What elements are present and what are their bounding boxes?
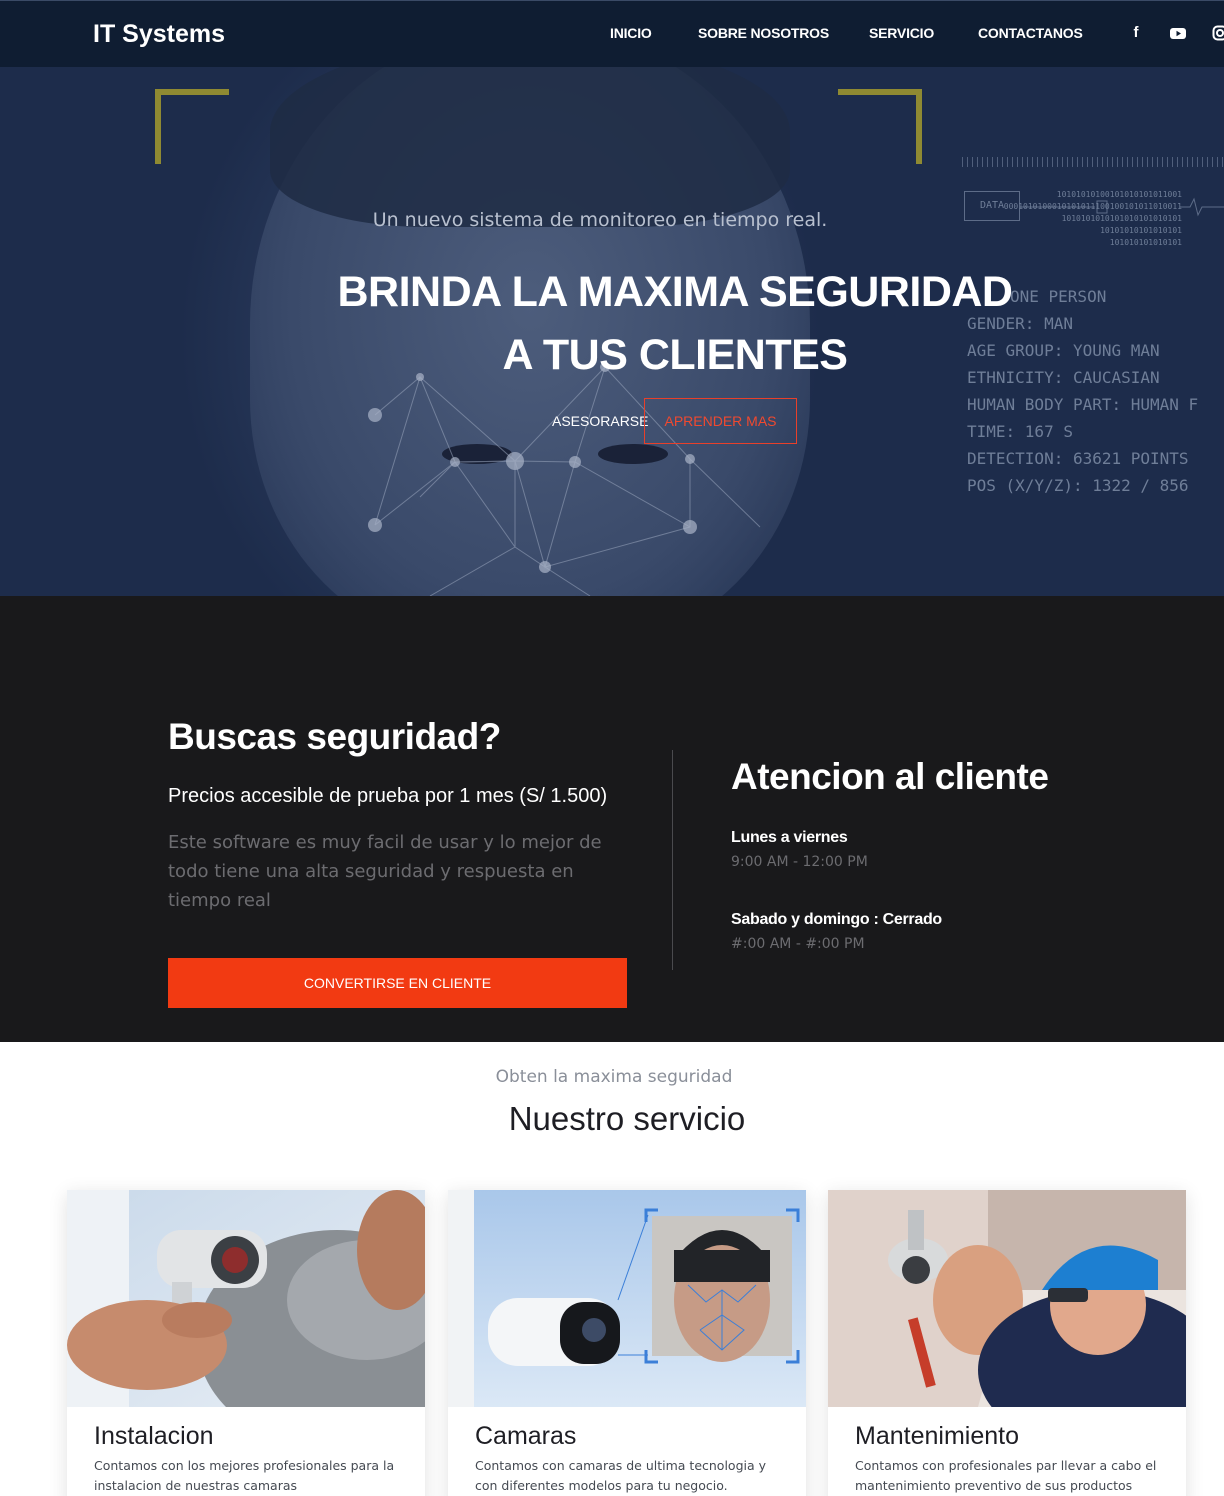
instagram-icon[interactable]: [1212, 25, 1224, 41]
card-text: Contamos con profesionales par llevar a …: [855, 1458, 1157, 1493]
weekend-hours: #:00 AM - #:00 PM: [731, 936, 865, 952]
service-card-mantenimiento[interactable]: Mantenimiento Contamos con profesionales…: [828, 1190, 1186, 1496]
youtube-icon[interactable]: [1170, 25, 1186, 41]
binary-line: 10101010100101010101011001: [1056, 190, 1182, 199]
cameras-image: [448, 1190, 806, 1407]
frame-corner-top-left: [155, 89, 229, 164]
hero-section: DATA 10101010100101010101011001 00010101…: [0, 67, 1224, 596]
weekday-label: Lunes a viernes: [731, 829, 848, 846]
card-title: Mantenimiento: [855, 1422, 1019, 1450]
aprender-mas-button[interactable]: APRENDER MAS: [644, 398, 797, 444]
service-card-camaras[interactable]: Camaras Contamos con camaras de ultima t…: [448, 1190, 806, 1496]
promo-description: Este software es muy facil de usar y lo …: [168, 832, 602, 911]
section-divider: [672, 750, 673, 970]
brand-logo[interactable]: IT Systems: [93, 20, 225, 49]
installation-image: [67, 1190, 425, 1407]
overlay-line-time: TIME: 167 S: [967, 422, 1073, 441]
hero-title-line1: BRINDA LA MAXIMA SEGURIDAD: [337, 268, 1013, 316]
card-title: Instalacion: [94, 1422, 214, 1450]
weekday-hours: 9:00 AM - 12:00 PM: [731, 854, 868, 870]
hero-subtitle: Un nuevo sistema de monitoreo en tiempo …: [372, 209, 828, 231]
frame-corner-top-right: [838, 89, 922, 164]
promo-heading: Buscas seguridad?: [168, 716, 501, 757]
promo-price: Precios accesible de prueba por 1 mes (S…: [168, 785, 608, 807]
nav-link-servicio[interactable]: SERVICIO: [869, 25, 934, 41]
card-text: Contamos con camaras de ultima tecnologi…: [475, 1458, 767, 1493]
facebook-icon[interactable]: f: [1128, 25, 1144, 41]
nav-link-inicio[interactable]: INICIO: [610, 25, 652, 41]
overlay-line-body-part: HUMAN BODY PART: HUMAN F: [967, 395, 1199, 414]
nav-link-contactanos[interactable]: CONTACTANOS: [978, 25, 1083, 41]
navbar: IT Systems INICIO SOBRE NOSOTROS SERVICI…: [0, 0, 1224, 67]
scanner-ruler: [962, 157, 1224, 167]
overlay-line-position: POS (X/Y/Z): 1322 / 856: [967, 476, 1189, 495]
asesorarse-button[interactable]: ASESORARSE: [552, 413, 648, 429]
services-title: Nuestro servicio: [508, 1100, 746, 1137]
overlay-line-detection: DETECTION: 63621 POINTS: [967, 449, 1189, 468]
support-heading: Atencion al cliente: [731, 756, 1049, 797]
services-subtitle: Obten la maxima seguridad: [495, 1067, 733, 1087]
nav-link-sobre-nosotros[interactable]: SOBRE NOSOTROS: [698, 25, 829, 41]
hero-title-line2: A TUS CLIENTES: [502, 331, 848, 379]
convertirse-cliente-button[interactable]: CONVERTIRSE EN CLIENTE: [168, 958, 627, 1008]
weekend-label: Sabado y domingo : Cerrado: [731, 911, 942, 928]
maintenance-image: [828, 1190, 1186, 1407]
hero-title: BRINDA LA MAXIMA SEGURIDAD A TUS CLIENTE…: [250, 261, 1100, 387]
promo-section: Buscas seguridad? Precios accesible de p…: [0, 596, 1224, 1042]
card-title: Camaras: [475, 1422, 577, 1450]
card-text: Contamos con los mejores profesionales p…: [94, 1458, 395, 1493]
service-card-instalacion[interactable]: Instalacion Contamos con los mejores pro…: [67, 1190, 425, 1496]
binary-line: 101010101010101: [1109, 238, 1182, 247]
